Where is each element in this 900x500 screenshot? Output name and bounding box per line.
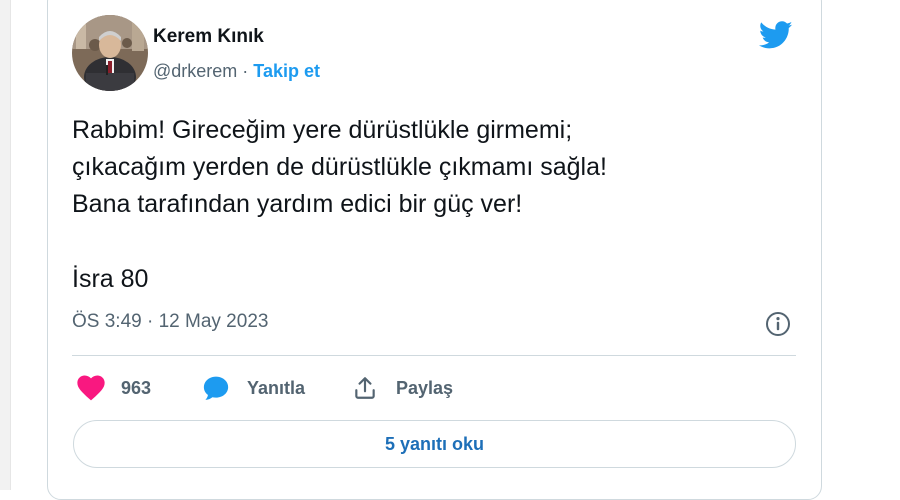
- tweet-line-gap: [72, 223, 772, 261]
- tweet-text: Rabbim! Gireceğim yere dürüstlükle girme…: [72, 112, 772, 298]
- share-button[interactable]: Paylaş: [352, 372, 453, 404]
- tweet-line: İsra 80: [72, 265, 149, 293]
- info-icon[interactable]: [764, 310, 792, 338]
- handle-separator: ·: [237, 61, 254, 81]
- author-handle[interactable]: @drkerem: [153, 61, 237, 81]
- twitter-bird-icon[interactable]: [757, 18, 795, 52]
- follow-button[interactable]: Takip et: [253, 61, 320, 81]
- tweet-timestamp[interactable]: ÖS 3:49 · 12 May 2023: [72, 311, 268, 333]
- author-handle-row: @drkerem · Takip et: [153, 61, 320, 82]
- author-name[interactable]: Kerem Kınık: [153, 26, 264, 48]
- reply-button[interactable]: Yanıtla: [201, 372, 305, 404]
- like-count: 963: [121, 377, 152, 398]
- page-left-edge: [0, 0, 11, 490]
- tweet-line: Bana tarafından yardım edici bir güç ver…: [72, 190, 523, 218]
- tweet-line: çıkacağım yerden de dürüstlükle çıkmamı …: [72, 153, 607, 181]
- share-label: Paylaş: [396, 377, 454, 398]
- speech-bubble-icon: [203, 376, 229, 400]
- like-button[interactable]: 963: [77, 372, 151, 404]
- heart-icon: [77, 375, 105, 401]
- tweet-line: Rabbim! Gireceğim yere dürüstlükle girme…: [72, 116, 573, 144]
- share-icon: [355, 377, 375, 399]
- reply-label: Yanıtla: [247, 377, 306, 398]
- read-replies-button[interactable]: 5 yanıtı oku: [73, 420, 796, 468]
- avatar[interactable]: [72, 15, 148, 91]
- avatar-image: [72, 15, 148, 91]
- divider: [72, 355, 796, 356]
